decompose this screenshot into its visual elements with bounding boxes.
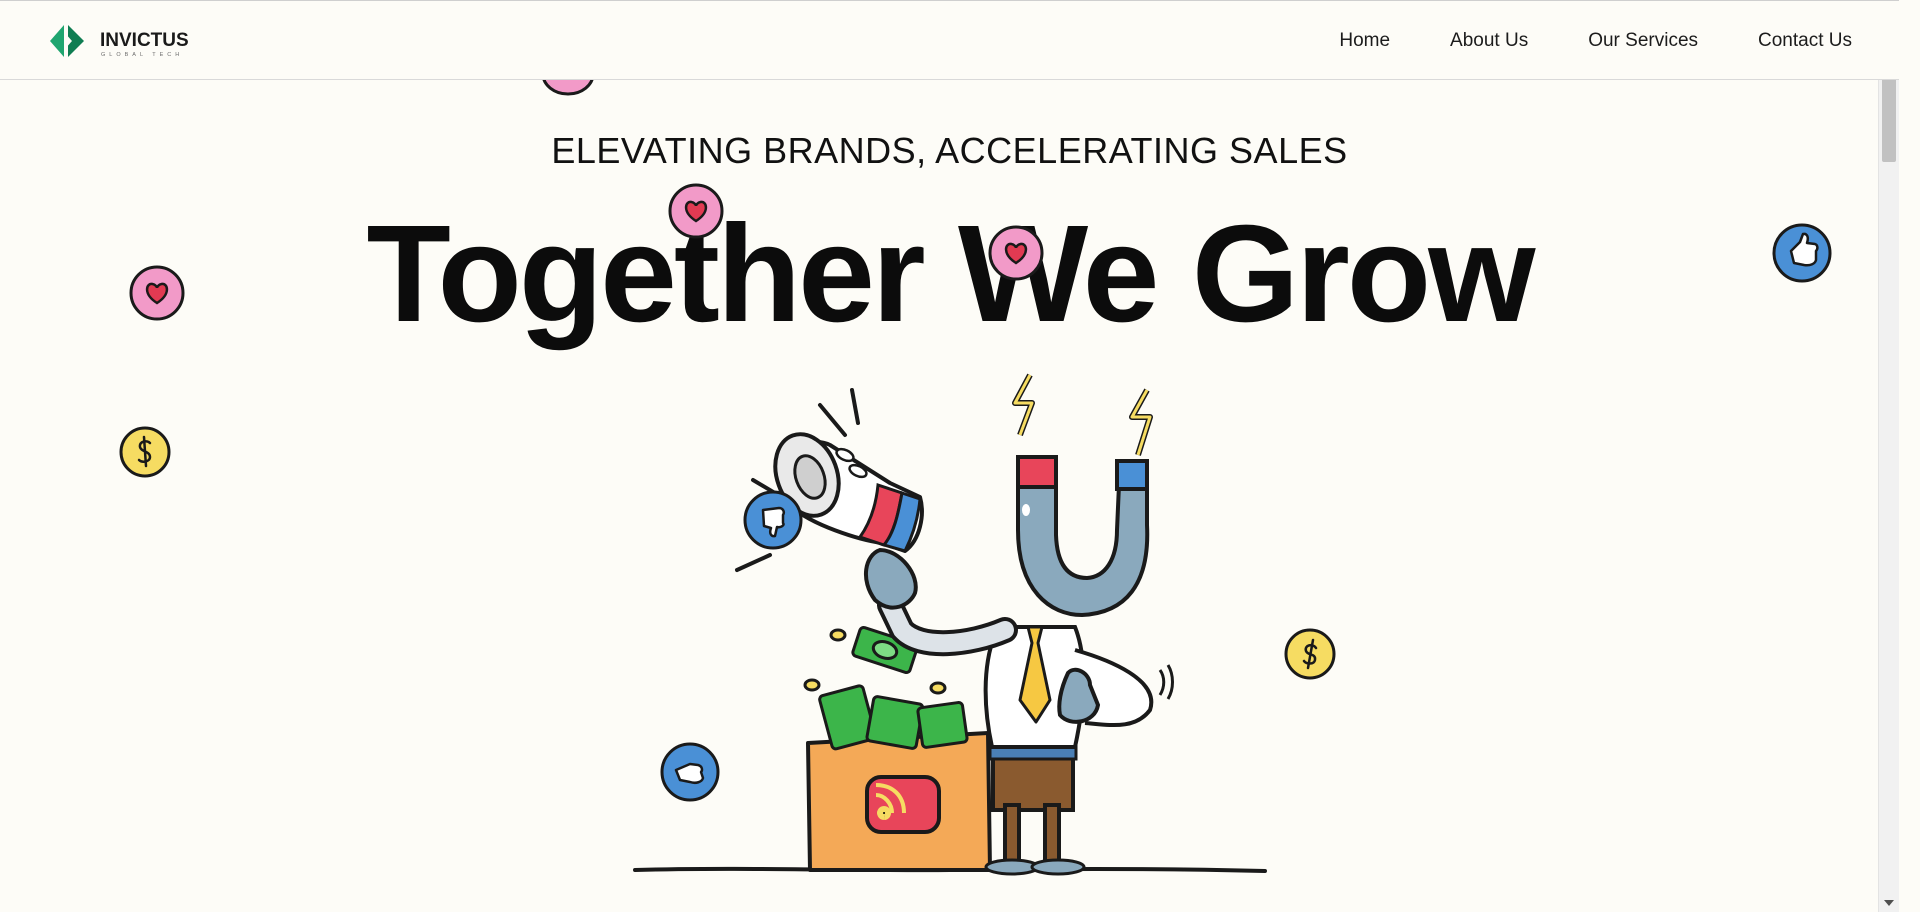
brand-tagline: GLOBAL TECH bbox=[101, 52, 183, 58]
thumbs-down-bubble-icon bbox=[743, 490, 803, 550]
nav-our-services[interactable]: Our Services bbox=[1588, 30, 1698, 52]
main-nav: Home About Us Our Services Contact Us bbox=[1339, 1, 1852, 81]
vertical-scrollbar[interactable] bbox=[1878, 0, 1899, 912]
navbar: INVICTUS GLOBAL TECH Home About Us Our S… bbox=[0, 0, 1899, 80]
nav-home[interactable]: Home bbox=[1339, 30, 1390, 52]
hero-title: Together We Grow bbox=[366, 197, 1536, 351]
scroll-down-icon[interactable] bbox=[1884, 900, 1894, 906]
brand-name: INVICTUS bbox=[100, 30, 189, 51]
dollar-bubble-icon bbox=[1284, 628, 1336, 680]
thumbs-up-bubble-icon bbox=[660, 742, 720, 802]
page: INVICTUS GLOBAL TECH Home About Us Our S… bbox=[0, 0, 1899, 912]
heart-bubble-icon bbox=[988, 225, 1044, 281]
thumbs-up-bubble-icon bbox=[1772, 223, 1832, 283]
nav-about-us[interactable]: About Us bbox=[1450, 30, 1528, 52]
nav-contact-us[interactable]: Contact Us bbox=[1758, 30, 1852, 52]
hero-subtitle: ELEVATING BRANDS, ACCELERATING SALES bbox=[551, 130, 1348, 171]
magnet-megaphone-illustration bbox=[633, 373, 1267, 876]
heart-bubble-icon bbox=[668, 183, 724, 239]
brand-logo[interactable]: INVICTUS GLOBAL TECH bbox=[48, 21, 228, 61]
invictus-logo-icon: INVICTUS GLOBAL TECH bbox=[50, 25, 189, 58]
heart-bubble-icon bbox=[129, 265, 185, 321]
dollar-bubble-icon bbox=[119, 426, 171, 478]
